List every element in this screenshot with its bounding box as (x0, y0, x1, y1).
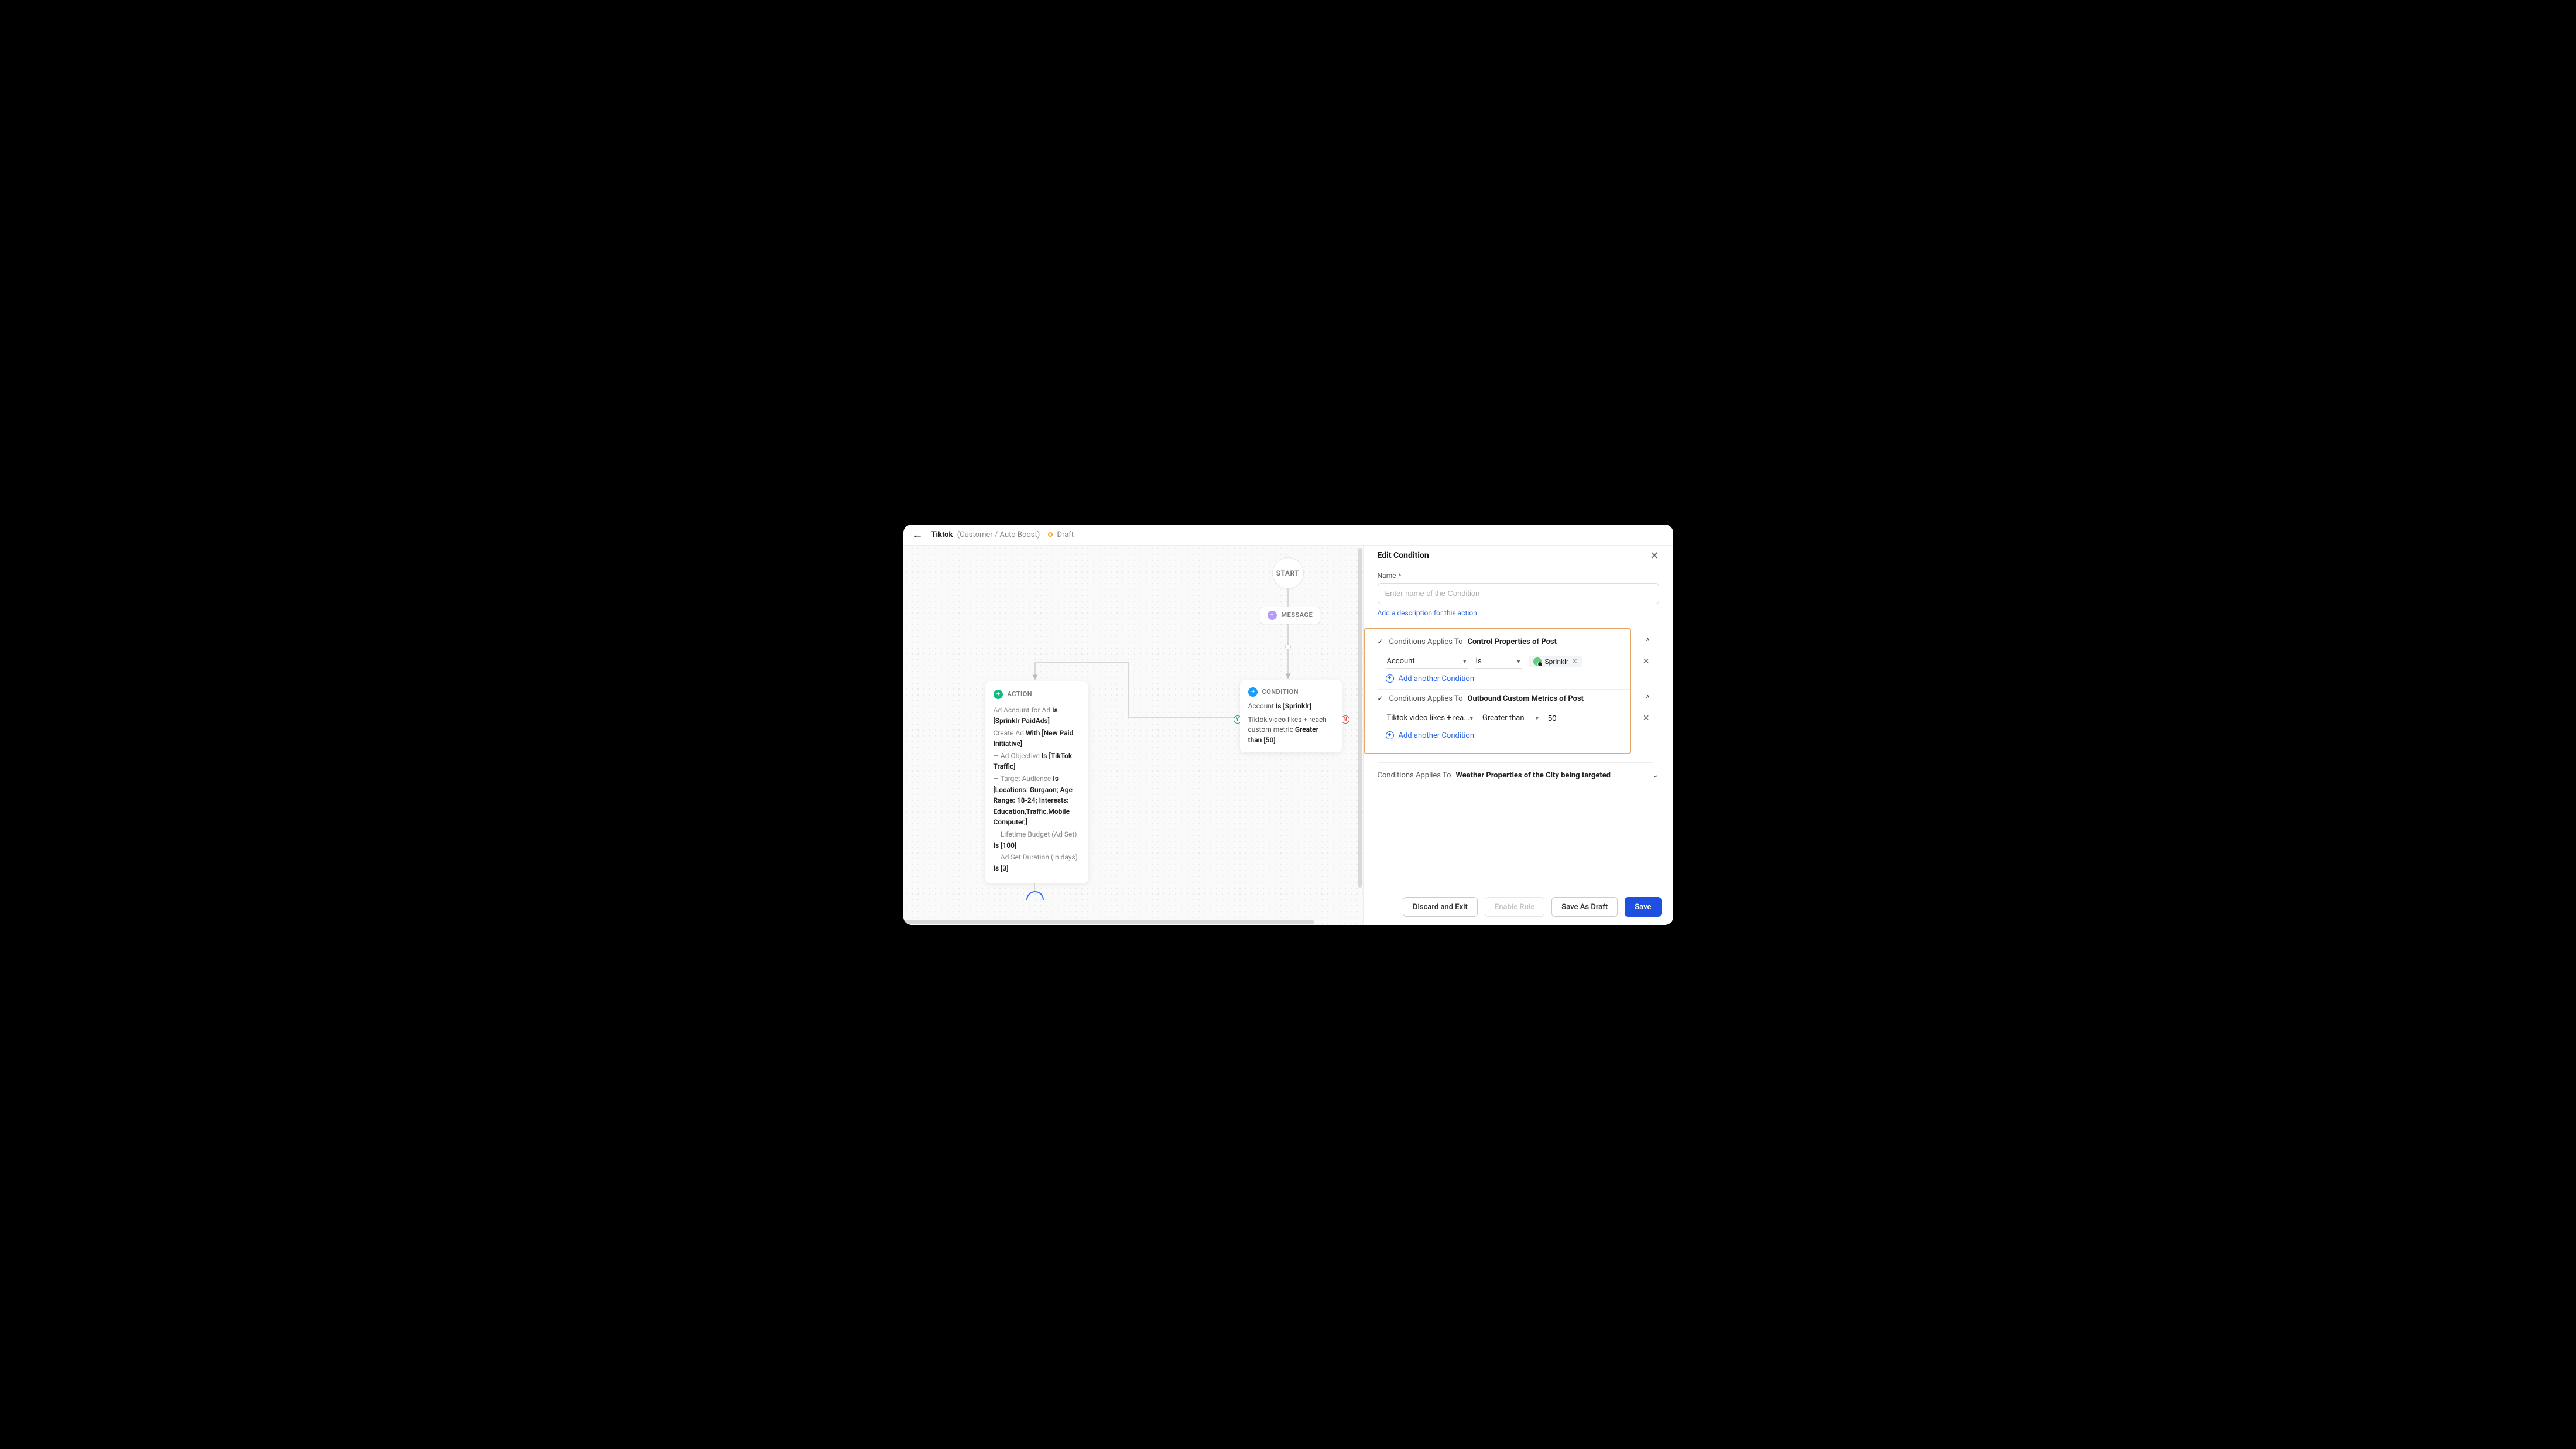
chip-remove-icon[interactable]: ✕ (1572, 657, 1577, 665)
condition-section-weather: Conditions Applies To Weather Properties… (1378, 762, 1659, 780)
message-icon: − (1268, 611, 1277, 620)
status-badge: Draft (1048, 530, 1074, 539)
condition-row: Account▾ Is▾ Sprinklr ✕ ✕ (1386, 655, 1630, 669)
condition-summary: Account Is [Sprinklr] Tiktok video likes… (1248, 701, 1334, 746)
chevron-up-icon[interactable]: ^ (1646, 694, 1650, 703)
section-header[interactable]: ✓ Conditions Applies To Control Properti… (1378, 638, 1630, 646)
add-condition-button[interactable]: + Add another Condition (1386, 731, 1630, 740)
add-description-link[interactable]: Add a description for this action (1378, 609, 1477, 617)
action-node[interactable]: ➜ ACTION Ad Account for Ad Is [Sprinklr … (985, 681, 1088, 883)
check-icon: ✓ (1378, 638, 1385, 646)
chevron-down-icon[interactable]: ⌄ (1652, 770, 1659, 780)
condition-row: Tiktok video likes + rea...▾ Greater tha… (1386, 711, 1630, 725)
breadcrumb-title: Tiktok (931, 530, 953, 539)
app-window: ← Tiktok (Customer / Auto Boost) Draft (903, 525, 1673, 925)
canvas-vertical-scrollbar[interactable] (1358, 548, 1362, 888)
remove-row-icon[interactable]: ✕ (1643, 714, 1650, 723)
condition-node[interactable]: ➜ CONDITION Account Is [Sprinklr] Tiktok… (1240, 680, 1342, 753)
save-draft-button[interactable]: Save As Draft (1551, 897, 1618, 917)
discard-button[interactable]: Discard and Exit (1403, 897, 1478, 917)
panel-footer: Discard and Exit Enable Rule Save As Dra… (1364, 889, 1673, 925)
main-area: START − MESSAGE Y N ➜ CONDITION Account … (903, 546, 1673, 925)
breadcrumb-path: (Customer / Auto Boost) (957, 530, 1040, 539)
workflow-canvas[interactable]: START − MESSAGE Y N ➜ CONDITION Account … (903, 546, 1363, 925)
breadcrumb: Tiktok (Customer / Auto Boost) (931, 530, 1040, 539)
field-select[interactable]: Tiktok video likes + rea...▾ (1386, 711, 1474, 725)
condition-name-input[interactable] (1378, 583, 1659, 604)
check-icon: ✓ (1378, 694, 1385, 703)
start-node[interactable]: START (1272, 557, 1304, 589)
chevron-up-icon[interactable]: ^ (1646, 637, 1650, 646)
plus-circle-icon: + (1386, 674, 1394, 683)
highlighted-conditions: ✓ Conditions Applies To Control Properti… (1364, 628, 1631, 754)
status-dot-icon (1048, 532, 1053, 537)
connector-junction-icon (1285, 644, 1291, 650)
remove-row-icon[interactable]: ✕ (1643, 657, 1650, 666)
operator-select[interactable]: Greater than▾ (1481, 711, 1540, 725)
field-select[interactable]: Account▾ (1386, 655, 1468, 669)
account-avatar-icon (1533, 657, 1542, 666)
name-label: Name* (1378, 571, 1659, 580)
section-header[interactable]: Conditions Applies To Weather Properties… (1378, 762, 1653, 780)
condition-section-control-properties: ✓ Conditions Applies To Control Properti… (1378, 633, 1630, 690)
action-icon: ➜ (994, 690, 1003, 699)
panel-title: Edit Condition (1378, 551, 1429, 560)
operator-select[interactable]: Is▾ (1475, 655, 1522, 669)
value-chip[interactable]: Sprinklr ✕ (1529, 656, 1582, 667)
back-icon[interactable]: ← (913, 529, 923, 541)
no-branch-badge: N (1341, 715, 1349, 724)
save-button[interactable]: Save (1625, 897, 1661, 917)
condition-icon: ➜ (1248, 687, 1258, 697)
canvas-horizontal-scrollbar[interactable] (905, 920, 1314, 924)
condition-section-outbound-metrics: ✓ Conditions Applies To Outbound Custom … (1378, 690, 1630, 746)
plus-circle-icon: + (1386, 731, 1394, 739)
enable-rule-button: Enable Rule (1485, 897, 1544, 917)
message-node[interactable]: − MESSAGE (1260, 607, 1321, 624)
add-condition-button[interactable]: + Add another Condition (1386, 674, 1630, 683)
close-icon[interactable]: ✕ (1650, 550, 1659, 562)
top-bar: ← Tiktok (Customer / Auto Boost) Draft (903, 525, 1673, 546)
value-input[interactable] (1547, 711, 1594, 725)
action-summary: Ad Account for Ad Is [Sprinklr PaidAds] … (994, 705, 1080, 874)
edit-condition-panel: Edit Condition ✕ Name* Add a description… (1363, 546, 1673, 925)
section-header[interactable]: ✓ Conditions Applies To Outbound Custom … (1378, 694, 1630, 703)
end-node-icon (1026, 891, 1044, 900)
